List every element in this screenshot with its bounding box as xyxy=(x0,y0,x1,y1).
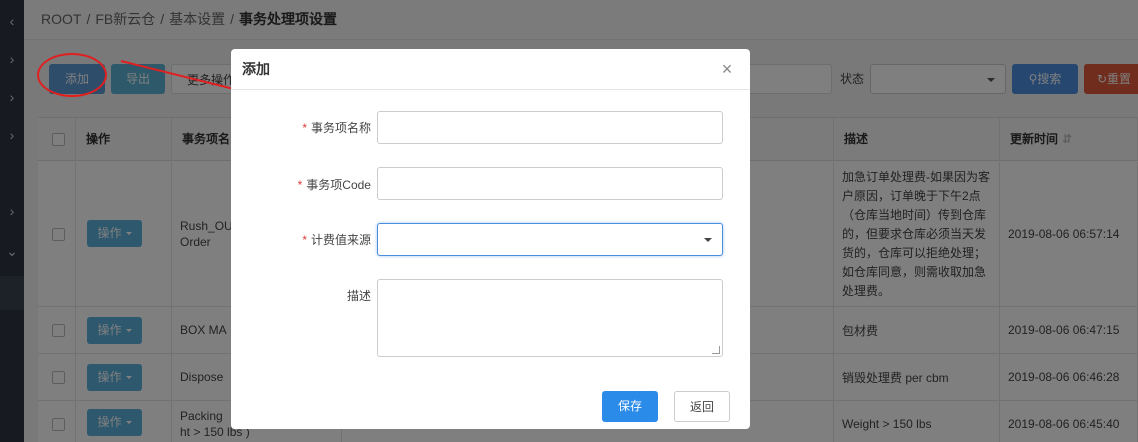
required-mark: * xyxy=(297,178,303,192)
close-icon[interactable]: × xyxy=(717,57,737,81)
desc-field-label-text: 描述 xyxy=(346,289,371,303)
source-field-label: * 计费值来源 xyxy=(231,231,371,248)
desc-field-label: 描述 xyxy=(231,287,371,304)
code-field-label-text: 事务项Code xyxy=(306,178,371,192)
save-button[interactable]: 保存 xyxy=(602,391,658,422)
source-select[interactable] xyxy=(377,223,723,256)
add-dialog: 添加 × * 事务项名称 * 事务项Code * 计费值来源 描述 保存 返回 xyxy=(231,49,750,429)
resize-grip-icon[interactable] xyxy=(712,346,720,354)
code-field-label: * 事务项Code xyxy=(231,176,371,193)
caret-down-icon xyxy=(704,238,712,242)
name-field-label-text: 事务项名称 xyxy=(310,121,371,135)
back-button[interactable]: 返回 xyxy=(674,391,730,422)
name-field[interactable] xyxy=(377,111,723,144)
required-mark: * xyxy=(302,121,307,135)
desc-textarea[interactable] xyxy=(377,279,723,357)
name-field-label: * 事务项名称 xyxy=(231,119,371,136)
required-mark: * xyxy=(302,233,307,247)
dialog-title: 添加 xyxy=(231,49,750,90)
code-field[interactable] xyxy=(377,167,723,200)
source-field-label-text: 计费值来源 xyxy=(310,233,371,247)
